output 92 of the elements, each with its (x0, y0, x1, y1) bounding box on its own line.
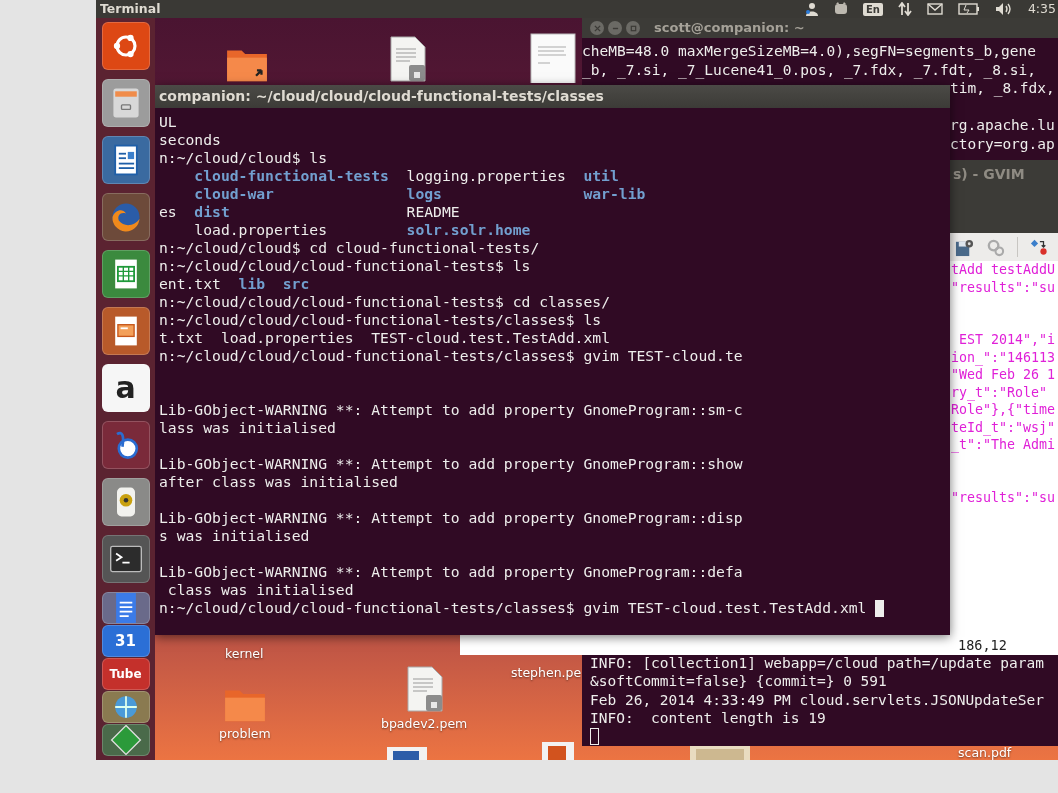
user-icon[interactable] (804, 2, 819, 16)
launcher-button[interactable] (101, 478, 150, 526)
terminal-text: logging.properties (406, 167, 566, 185)
code-line: "results":"su (951, 488, 1057, 506)
launcher-button[interactable] (101, 724, 150, 756)
terminal-text: INFO: [collection1] webapp=/cloud path=/update param (590, 653, 1045, 672)
file-name[interactable]: problem (219, 726, 271, 741)
launcher-button[interactable] (101, 691, 150, 723)
keyboard-layout-indicator[interactable]: En (862, 2, 883, 16)
terminal-text: n:~/cloud/cloud$ cd cloud-functional-tests/ (159, 239, 540, 257)
directory-name: logs (406, 185, 442, 203)
launcher-button[interactable] (101, 79, 150, 127)
terminal-text: after class was initialised (159, 473, 398, 491)
terminal-text: Lib-GObject-WARNING **: Attempt to add property GnomeProgram::show (159, 455, 743, 473)
file-name[interactable]: bpadev2.pem (381, 716, 468, 731)
terminal-text: es (159, 203, 177, 221)
window-title: scott@companion: ~ (654, 19, 805, 37)
code-line: "results":"su (951, 278, 1057, 296)
terminal-text: Lib-GObject-WARNING **: Attempt to add property GnomeProgram::sm-c (159, 401, 743, 419)
presentation-file-icon[interactable] (540, 740, 576, 760)
terminal-text: tim, _8.fdx, (950, 79, 1056, 98)
document-thumbnail-icon[interactable] (530, 33, 576, 83)
launcher-button[interactable] (101, 22, 150, 70)
document-icon[interactable] (385, 745, 429, 760)
terminal-text: lass was initialised (159, 419, 336, 437)
window-title: s) - GVIM (953, 164, 1025, 184)
maximize-icon (629, 24, 637, 32)
code-line: Role"},{"time (951, 401, 1057, 419)
launcher-button[interactable] (101, 592, 150, 624)
cursor-position: 186,12 (958, 635, 1007, 655)
terminal-text: n:~/cloud/cloud/cloud-functional-tests$ ls (159, 257, 531, 275)
launcher-button[interactable] (101, 250, 150, 298)
file-name[interactable]: stephen.pe (511, 665, 582, 680)
launcher-button[interactable] (101, 307, 150, 355)
terminal-text: INFO: content length is 19 (590, 709, 827, 728)
code-line: "Wed Feb 26 1 (951, 366, 1057, 384)
mail-icon[interactable] (926, 3, 943, 15)
terminal-text: n:~/cloud/cloud/cloud-functional-tests/classes$ gvim TEST-cloud.test.TestAdd.xml (159, 599, 867, 617)
terminal-text: Feb 26, 2014 4:33:49 PM cloud.servlets.JSONUpdateSer (590, 690, 1045, 709)
terminal-text: Lib-GObject-WARNING **: Attempt to add property GnomeProgram::defa (159, 563, 743, 581)
file-name[interactable]: scan.pdf (958, 745, 1012, 760)
directory-name: war-lib (583, 185, 646, 203)
terminal-text: seconds (159, 131, 221, 149)
terminal-text: cheMB=48.0 maxMergeSizeMB=4.0),segFN=segments_b,gene (582, 42, 1037, 61)
terminal-text: ent.txt (159, 275, 221, 293)
directory-name: cloud-functional-tests (194, 167, 389, 185)
save-icon[interactable] (955, 237, 974, 257)
app-indicator-icon[interactable] (833, 2, 848, 16)
terminal-text: n:~/cloud/cloud/cloud-functional-tests/classes$ ls (159, 311, 602, 329)
directory-name: dist (194, 203, 230, 221)
terminal-text: UL (159, 113, 177, 131)
terminal-text: &softCommit=false} {commit=} 0 591 (590, 672, 888, 691)
image-thumbnail-icon[interactable] (690, 746, 750, 760)
terminal-text: t.txt load.properties TEST-cloud.test.TestAdd.xml (159, 329, 610, 347)
diff-icon[interactable] (1030, 238, 1048, 256)
code-line: ry_t":"Role" (951, 383, 1049, 401)
terminal-text: n:~/cloud/cloud/cloud-functional-tests$ cd classes/ (159, 293, 610, 311)
terminal-text: s was initialised (159, 527, 310, 545)
terminal-text: class was initialised (166, 581, 354, 599)
terminal-text: load.properties (194, 221, 327, 239)
launcher-button[interactable] (101, 421, 150, 469)
window-title: companion: ~/cloud/cloud/cloud-functional-tests/classes (159, 87, 604, 106)
close-icon (593, 24, 601, 32)
terminal-text: rg.apache.lu (950, 116, 1056, 135)
clock[interactable]: 4:35 (1027, 0, 1056, 18)
file-name[interactable]: kernel (225, 646, 264, 661)
terminal-text: _b, _7.si, _7_Lucene41_0.pos, _7.fdx, _7.fdt, _8.si, (582, 60, 1037, 79)
launcher-button[interactable]: 31 (101, 625, 150, 657)
launcher-button[interactable]: a (101, 364, 150, 412)
code-line: ion_":"146113 (951, 348, 1057, 366)
launcher-button[interactable] (101, 193, 150, 241)
launcher-button[interactable] (101, 535, 150, 583)
terminal-text: README (406, 203, 460, 221)
code-line: teId_t":"wsj" (951, 418, 1057, 436)
terminal-text: ctory=org.ap (950, 134, 1056, 153)
terminal-text: Lib-GObject-WARNING **: Attempt to add property GnomeProgram::disp (159, 509, 743, 527)
active-app-title: Terminal (100, 0, 161, 18)
terminal-text: n:~/cloud/cloud$ ls (159, 149, 327, 167)
code-line: EST 2014","i (958, 331, 1057, 349)
volume-icon[interactable] (994, 2, 1013, 16)
directory-name: cloud-war (194, 185, 274, 203)
code-line: tAdd testAddU (951, 261, 1057, 279)
directory-name: solr.solr.home (406, 221, 531, 239)
network-arrows-icon[interactable] (897, 2, 912, 16)
directory-name: util (583, 167, 619, 185)
terminal-text: n:~/cloud/cloud/cloud-functional-tests/classes$ gvim TEST-cloud.te (159, 347, 743, 365)
launcher-button[interactable] (101, 136, 150, 184)
code-line: _t":"The Admi (951, 436, 1057, 454)
battery-icon[interactable] (957, 3, 980, 15)
directory-name: lib (238, 275, 266, 293)
launcher-button[interactable]: Tube (101, 658, 150, 690)
directory-name: src (282, 275, 310, 293)
